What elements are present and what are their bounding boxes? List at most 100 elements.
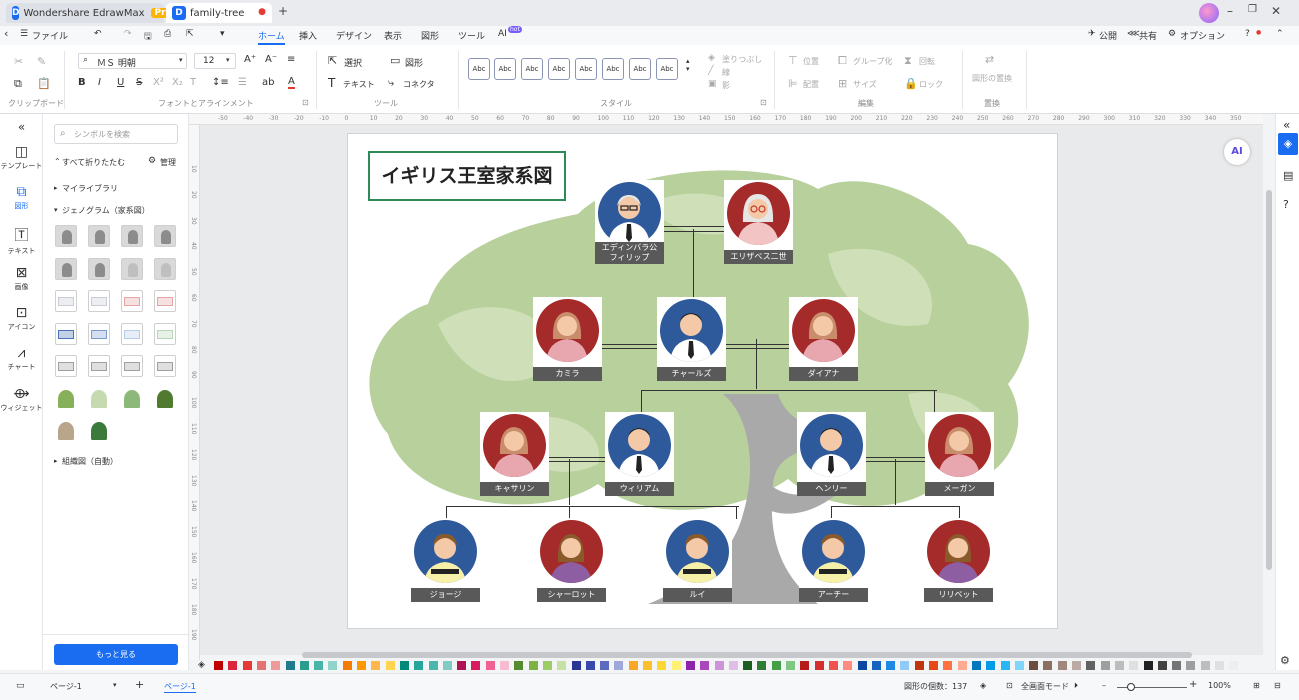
diagram-page[interactable]: イギリス王室家系図 エディンバラ公 フィリップ エリザベス二世 カミラ チャールズ ダイ… — [347, 133, 1058, 629]
color-swatch[interactable] — [914, 661, 924, 670]
person-camilla[interactable]: カミラ — [533, 297, 602, 381]
redo-icon[interactable]: ↷ — [124, 29, 132, 39]
ai-assistant-icon[interactable]: AI — [1224, 139, 1250, 165]
color-swatch[interactable] — [971, 661, 981, 670]
color-swatch[interactable] — [471, 661, 481, 670]
fill-icon[interactable]: ◈ — [708, 53, 715, 63]
quick-access-more-icon[interactable]: ▾ — [220, 29, 225, 39]
text-case-icon[interactable]: T — [190, 77, 196, 88]
genogram-symbol[interactable] — [121, 257, 143, 280]
size-icon[interactable]: ⊞ — [838, 77, 847, 90]
genogram-symbol[interactable] — [121, 225, 143, 247]
shadow-icon[interactable]: ▣ — [708, 79, 717, 89]
collapse-panel-icon[interactable]: « — [0, 120, 43, 134]
color-swatch[interactable] — [614, 661, 624, 670]
page-selector[interactable]: ページ-1 — [50, 681, 82, 692]
font-dialog-launcher-icon[interactable]: ⊡ — [302, 98, 309, 107]
app-tab[interactable]: D Wondershare EdrawMax Pro — [6, 3, 176, 23]
play-icon[interactable]: ⏵ — [1074, 681, 1078, 691]
underline-icon[interactable]: U — [117, 77, 124, 88]
color-swatch[interactable] — [328, 661, 338, 670]
color-swatch[interactable] — [743, 661, 753, 670]
color-swatch[interactable] — [214, 661, 223, 670]
color-swatch[interactable] — [714, 661, 724, 670]
fit-width-icon[interactable]: ⊟ — [1274, 681, 1281, 690]
rail-text[interactable]: 🅃 テキスト — [0, 225, 43, 256]
genogram-symbol[interactable] — [121, 388, 143, 410]
style-preset-6[interactable]: Abc — [602, 58, 624, 80]
color-swatch[interactable] — [843, 661, 853, 670]
publish-button[interactable]: 公開 — [1099, 29, 1117, 42]
color-swatch[interactable] — [399, 661, 409, 670]
person-henry[interactable]: ヘンリー — [797, 412, 866, 496]
select-icon[interactable]: ⇱ — [328, 54, 337, 67]
color-swatch[interactable] — [1143, 661, 1153, 670]
color-swatch[interactable] — [314, 661, 324, 670]
connector-line[interactable] — [831, 506, 959, 507]
color-swatch[interactable] — [700, 661, 710, 670]
color-swatch[interactable] — [528, 661, 538, 670]
connector-line[interactable] — [641, 390, 937, 391]
decrease-font-icon[interactable]: A⁻ — [265, 54, 277, 65]
color-swatch[interactable] — [585, 661, 595, 670]
horizontal-scrollbar[interactable] — [302, 652, 1192, 658]
color-swatch[interactable] — [385, 661, 395, 670]
connector-line[interactable] — [726, 348, 790, 349]
tab-ai[interactable]: AI — [498, 29, 507, 39]
genogram-symbol[interactable] — [88, 388, 110, 410]
my-library-section[interactable]: マイライブラリ — [62, 183, 118, 194]
page-properties-icon[interactable]: ▤ — [1283, 169, 1293, 182]
color-swatch[interactable] — [514, 661, 524, 670]
align-objects-icon[interactable]: ⊫ — [788, 77, 798, 90]
options-button[interactable]: オプション — [1180, 29, 1225, 42]
restore-icon[interactable]: ❐ — [1248, 4, 1257, 15]
color-swatch[interactable] — [1200, 661, 1210, 670]
person-philip[interactable]: エディンバラ公 フィリップ — [595, 180, 664, 264]
text-tool-icon[interactable]: T — [328, 76, 335, 90]
publish-icon[interactable]: ✈ — [1088, 29, 1096, 39]
tab-shape[interactable]: 図形 — [421, 29, 439, 42]
color-swatch[interactable] — [1014, 661, 1024, 670]
tab-view[interactable]: 表示 — [384, 29, 402, 42]
person-elizabeth[interactable]: エリザベス二世 — [724, 180, 793, 264]
genogram-section[interactable]: ジェノグラム（家系図） — [62, 205, 150, 216]
person-catherine[interactable]: キャサリン — [480, 412, 549, 496]
undo-icon[interactable]: ↶ — [94, 29, 102, 39]
connector-line[interactable] — [446, 506, 739, 507]
format-painter-icon[interactable]: ✎ — [37, 55, 46, 68]
page-layout-icon[interactable]: ▭ — [16, 681, 25, 691]
new-tab-button[interactable]: + — [278, 4, 288, 18]
person-diana[interactable]: ダイアナ — [789, 297, 858, 381]
genogram-symbol[interactable] — [88, 290, 110, 312]
color-swatch[interactable] — [1029, 661, 1039, 670]
rail-chart[interactable]: ⩘ チャート — [0, 345, 43, 372]
genogram-symbol[interactable] — [121, 290, 143, 312]
options-icon[interactable]: ⚙ — [1168, 29, 1176, 39]
connector-line[interactable] — [934, 390, 935, 412]
collapse-all-icon[interactable]: ⌃ — [54, 157, 61, 166]
genogram-symbol[interactable] — [121, 322, 143, 345]
line-button[interactable]: 線 — [722, 67, 730, 78]
tab-design[interactable]: デザイン — [336, 29, 372, 42]
group-icon[interactable]: ⧠ — [838, 54, 847, 68]
fill-bucket-icon[interactable]: ◈ — [198, 660, 205, 670]
style-preset-8[interactable]: Abc — [656, 58, 678, 80]
color-swatch[interactable] — [1229, 661, 1239, 670]
text-highlight-icon[interactable]: ab — [262, 77, 274, 88]
color-swatch[interactable] — [271, 661, 281, 670]
tab-tools[interactable]: ツール — [458, 29, 485, 42]
color-swatch[interactable] — [757, 661, 767, 670]
color-swatch[interactable] — [771, 661, 781, 670]
genogram-symbol[interactable] — [88, 420, 110, 442]
style-preset-1[interactable]: Abc — [468, 58, 490, 80]
genogram-symbol[interactable] — [55, 290, 77, 312]
connector-line[interactable] — [895, 459, 896, 505]
genogram-symbol[interactable] — [55, 388, 77, 410]
copy-icon[interactable]: ⧉ — [14, 77, 22, 91]
line-spacing-icon[interactable]: ↕≡ — [212, 77, 229, 88]
group-button[interactable]: グループ化 — [853, 56, 893, 67]
color-swatch[interactable] — [342, 661, 352, 670]
color-swatch[interactable] — [857, 661, 867, 670]
superscript-icon[interactable]: X² — [153, 77, 164, 88]
style-preset-3[interactable]: Abc — [521, 58, 543, 80]
